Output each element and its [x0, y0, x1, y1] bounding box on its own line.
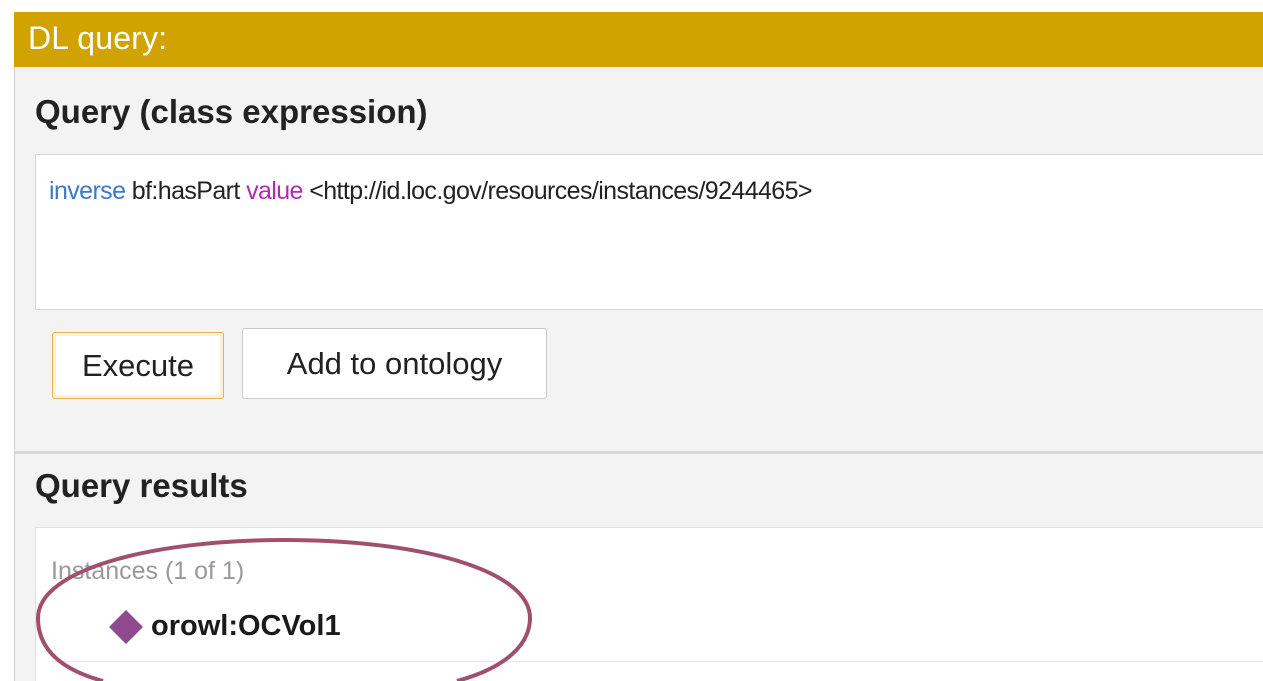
dl-query-title-bar: DL query: [14, 12, 1263, 67]
query-expression-editor[interactable]: inverse bf:hasPart value <http://id.loc.… [35, 154, 1263, 310]
results-section-title: Query results [35, 467, 248, 504]
row-separator [51, 661, 1263, 662]
property-name: bf:hasPart [131, 177, 241, 205]
individual-diamond-icon [109, 609, 143, 644]
add-to-ontology-button[interactable]: Add to ontology [242, 328, 547, 399]
individual-iri: <http://id.loc.gov/resources/instances/9… [309, 177, 812, 205]
query-results-list: Instances (1 of 1) orowl:OCVol1 [35, 527, 1263, 681]
result-item-label: orowl:OCVol1 [151, 610, 341, 642]
instances-count-label: Instances (1 of 1) [51, 557, 245, 585]
query-expression-text[interactable]: inverse bf:hasPart value <http://id.loc.… [49, 177, 813, 206]
dl-query-panel: Query (class expression) inverse bf:hasP… [14, 67, 1263, 681]
result-item[interactable]: orowl:OCVol1 [109, 609, 341, 644]
section-divider [15, 451, 1263, 454]
window-title: DL query: [28, 20, 168, 56]
keyword-value: value [246, 177, 303, 205]
query-section-title: Query (class expression) [35, 93, 428, 130]
keyword-inverse: inverse [49, 177, 126, 205]
execute-button[interactable]: Execute [52, 332, 224, 399]
